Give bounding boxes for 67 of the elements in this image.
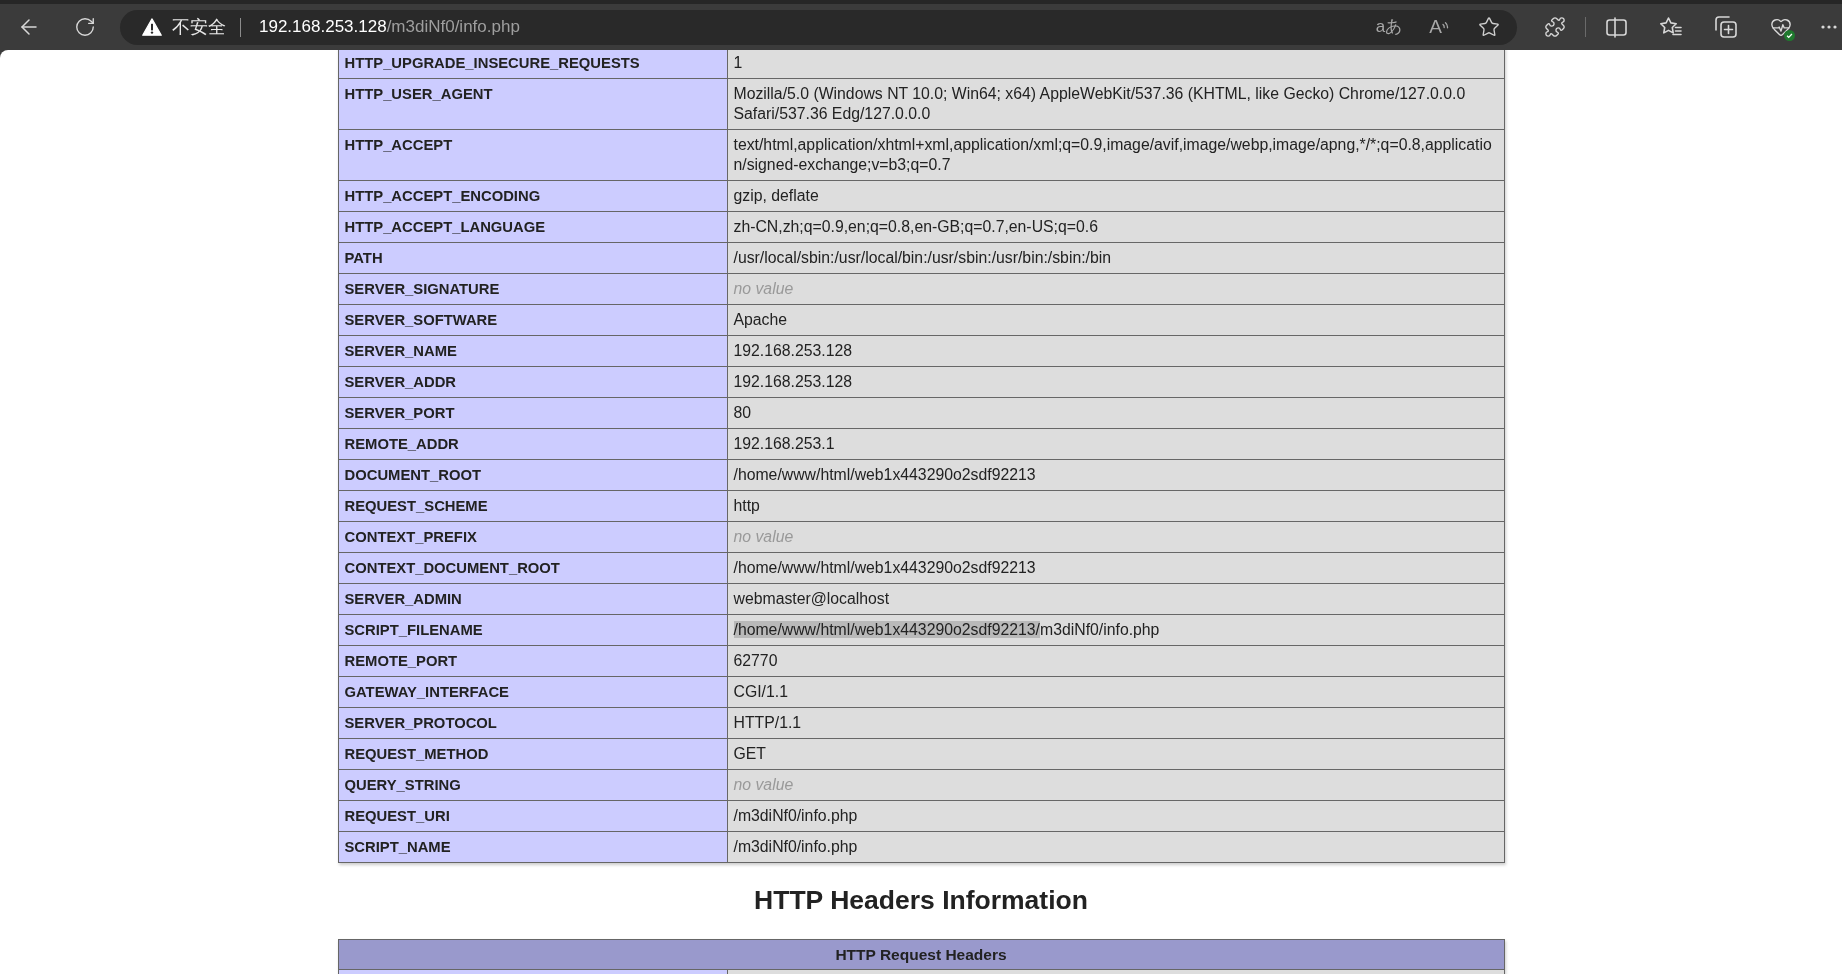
table-cell: /home/www/html/web1x443290o2sdf92213	[727, 552, 1504, 584]
table-cell: REQUEST_METHOD	[338, 738, 727, 770]
table-cell: /m3diNf0/info.php	[727, 800, 1504, 832]
table-cell: HTTP_USER_AGENT	[338, 78, 727, 130]
table-cell: /home/www/html/web1x443290o2sdf92213/m3diNf0/info.php	[727, 614, 1504, 646]
table-header-cell: HTTP Request Headers	[338, 939, 1504, 970]
table-cell: 1	[727, 50, 1504, 79]
address-bar[interactable]: 不安全 192.168.253.128/m3diNf0/info.php aあ A	[120, 9, 1517, 45]
table-cell: DOCUMENT_ROOT	[338, 459, 727, 491]
table-cell: /usr/local/sbin:/usr/local/bin:/usr/sbin:/usr/bin:/sbin:/bin	[727, 242, 1504, 274]
table-cell: REMOTE_ADDR	[338, 428, 727, 460]
table-cell: CONTEXT_PREFIX	[338, 521, 727, 553]
table-cell: gzip, deflate	[727, 180, 1504, 212]
table-cell: Mozilla/5.0 (Windows NT 10.0; Win64; x64) AppleWebKit/537.36 (KHTML, like Gecko) Chrome/127.0.0.0 Safari/537.36 Edg/127.0.0.0	[727, 78, 1504, 130]
collections-icon	[1715, 16, 1737, 38]
table-cell: text/html,application/xhtml+xml,application/xml;q=0.9,image/avif,image/webp,image/apng,*/*;q=0.8,application/signed-exchange;v=b3;q=0.7	[727, 129, 1504, 181]
table-cell: http	[727, 490, 1504, 522]
more-icon	[1821, 25, 1837, 29]
table-cell: SERVER_SOFTWARE	[338, 304, 727, 336]
check-badge-icon	[1784, 30, 1795, 41]
table-cell: 80	[727, 397, 1504, 429]
table-cell: no value	[727, 521, 1504, 553]
section-heading: HTTP Headers Information	[754, 885, 1088, 915]
reload-icon	[74, 16, 96, 38]
table-cell: CGI/1.1	[727, 676, 1504, 708]
table-cell: 62770	[727, 645, 1504, 677]
read-aloud-button[interactable]: A	[1423, 11, 1455, 43]
split-screen-icon	[1605, 16, 1627, 38]
table-cell: no value	[727, 273, 1504, 305]
table-cell: SCRIPT_NAME	[338, 831, 727, 863]
table-cell: HTTP_ACCEPT_LANGUAGE	[338, 211, 727, 243]
table-cell: SCRIPT_FILENAME	[338, 614, 727, 646]
table-cell: 192.168.253.128	[727, 366, 1504, 398]
table-cell: PATH	[338, 242, 727, 274]
table-cell: SERVER_PROTOCOL	[338, 707, 727, 739]
table-cell: REQUEST_SCHEME	[338, 490, 727, 522]
table-cell: HTTP_UPGRADE_INSECURE_REQUESTS	[338, 50, 727, 79]
table-cell: REMOTE_PORT	[338, 645, 727, 677]
table-cell: SERVER_NAME	[338, 335, 727, 367]
table-cell: GET	[727, 738, 1504, 770]
table-cell: SERVER_ADDR	[338, 366, 727, 398]
table-cell: SERVER_PORT	[338, 397, 727, 429]
table-cell: HTTP/1.1	[727, 707, 1504, 739]
site-info-button[interactable]: 不安全	[142, 15, 226, 39]
table-cell: SERVER_ADMIN	[338, 583, 727, 615]
table-cell: CONTEXT_DOCUMENT_ROOT	[338, 552, 727, 584]
table-cell: /m3diNf0/info.php	[727, 831, 1504, 863]
table-cell: webmaster@localhost	[727, 583, 1504, 615]
warning-icon	[142, 18, 162, 36]
table-cell: no value	[727, 769, 1504, 801]
table-cell: /home/www/html/web1x443290o2sdf92213	[727, 459, 1504, 491]
url-text: 192.168.253.128/m3diNf0/info.php	[259, 16, 521, 38]
table-cell: 192.168.253.128	[727, 335, 1504, 367]
favorites-icon	[1660, 17, 1682, 37]
table-cell: GATEWAY_INTERFACE	[338, 676, 727, 708]
table-cell: Apache	[727, 304, 1504, 336]
heart-pulse-icon	[1770, 16, 1792, 38]
table-cell: QUERY_STRING	[338, 769, 727, 801]
table-cell: 192.168.253.1	[727, 428, 1504, 460]
table-cell: HTTP_ACCEPT	[338, 129, 727, 181]
star-icon	[1478, 16, 1500, 38]
table-cell: SERVER_SIGNATURE	[338, 273, 727, 305]
table-cell: HTTP_ACCEPT_ENCODING	[338, 180, 727, 212]
puzzle-icon	[1544, 16, 1566, 38]
table-cell: zh-CN,zh;q=0.9,en;q=0.8,en-GB;q=0.7,en-US;q=0.6	[727, 211, 1504, 243]
table-cell: REQUEST_URI	[338, 800, 727, 832]
translate-button[interactable]: aあ	[1373, 11, 1405, 43]
